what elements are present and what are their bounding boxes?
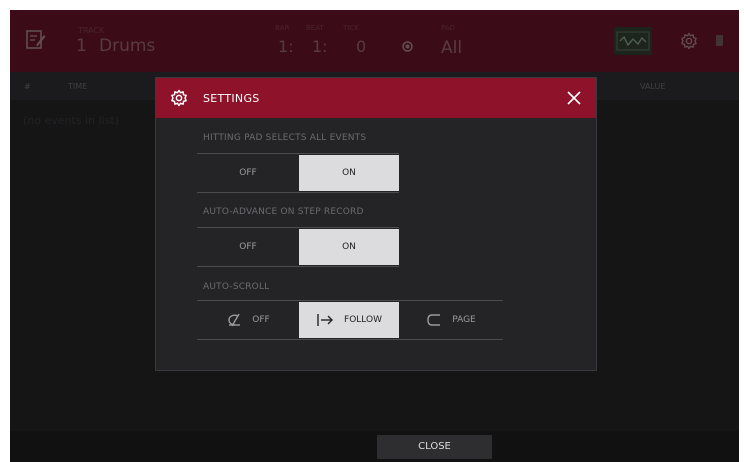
option-on[interactable]: ON	[299, 229, 399, 265]
section-label-auto-advance: AUTO-ADVANCE ON STEP RECORD	[203, 207, 364, 217]
toggle-auto-scroll: OFF FOLLOW PAGE	[197, 300, 503, 340]
settings-gear-icon	[171, 89, 187, 107]
toggle-pad-selects-all: OFF ON	[197, 153, 399, 193]
option-off[interactable]: OFF	[197, 155, 299, 191]
close-button[interactable]: CLOSE	[377, 435, 492, 459]
follow-arrow-icon	[317, 314, 334, 326]
autoscroll-off-icon	[228, 313, 241, 327]
option-off[interactable]: OFF	[197, 302, 299, 338]
option-off[interactable]: OFF	[197, 229, 299, 265]
option-page[interactable]: PAGE	[399, 302, 503, 338]
screen: TRACK 1 Drums BAR BEAT TICK 1: 1: 0 PAD …	[10, 10, 739, 462]
option-follow[interactable]: FOLLOW	[299, 302, 399, 338]
section-label-pad-selects: HITTING PAD SELECTS ALL EVENTS	[203, 133, 367, 143]
dialog-title: SETTINGS	[203, 92, 260, 105]
close-icon[interactable]	[566, 90, 582, 106]
section-label-auto-scroll: AUTO-SCROLL	[203, 282, 270, 292]
page-return-icon	[427, 314, 441, 326]
dialog-header: SETTINGS	[156, 78, 596, 118]
toggle-auto-advance: OFF ON	[197, 227, 399, 267]
settings-dialog: SETTINGS HITTING PAD SELECTS ALL EVENTS …	[155, 77, 597, 371]
option-on[interactable]: ON	[299, 155, 399, 191]
footer-bar: CLOSE	[10, 431, 739, 462]
